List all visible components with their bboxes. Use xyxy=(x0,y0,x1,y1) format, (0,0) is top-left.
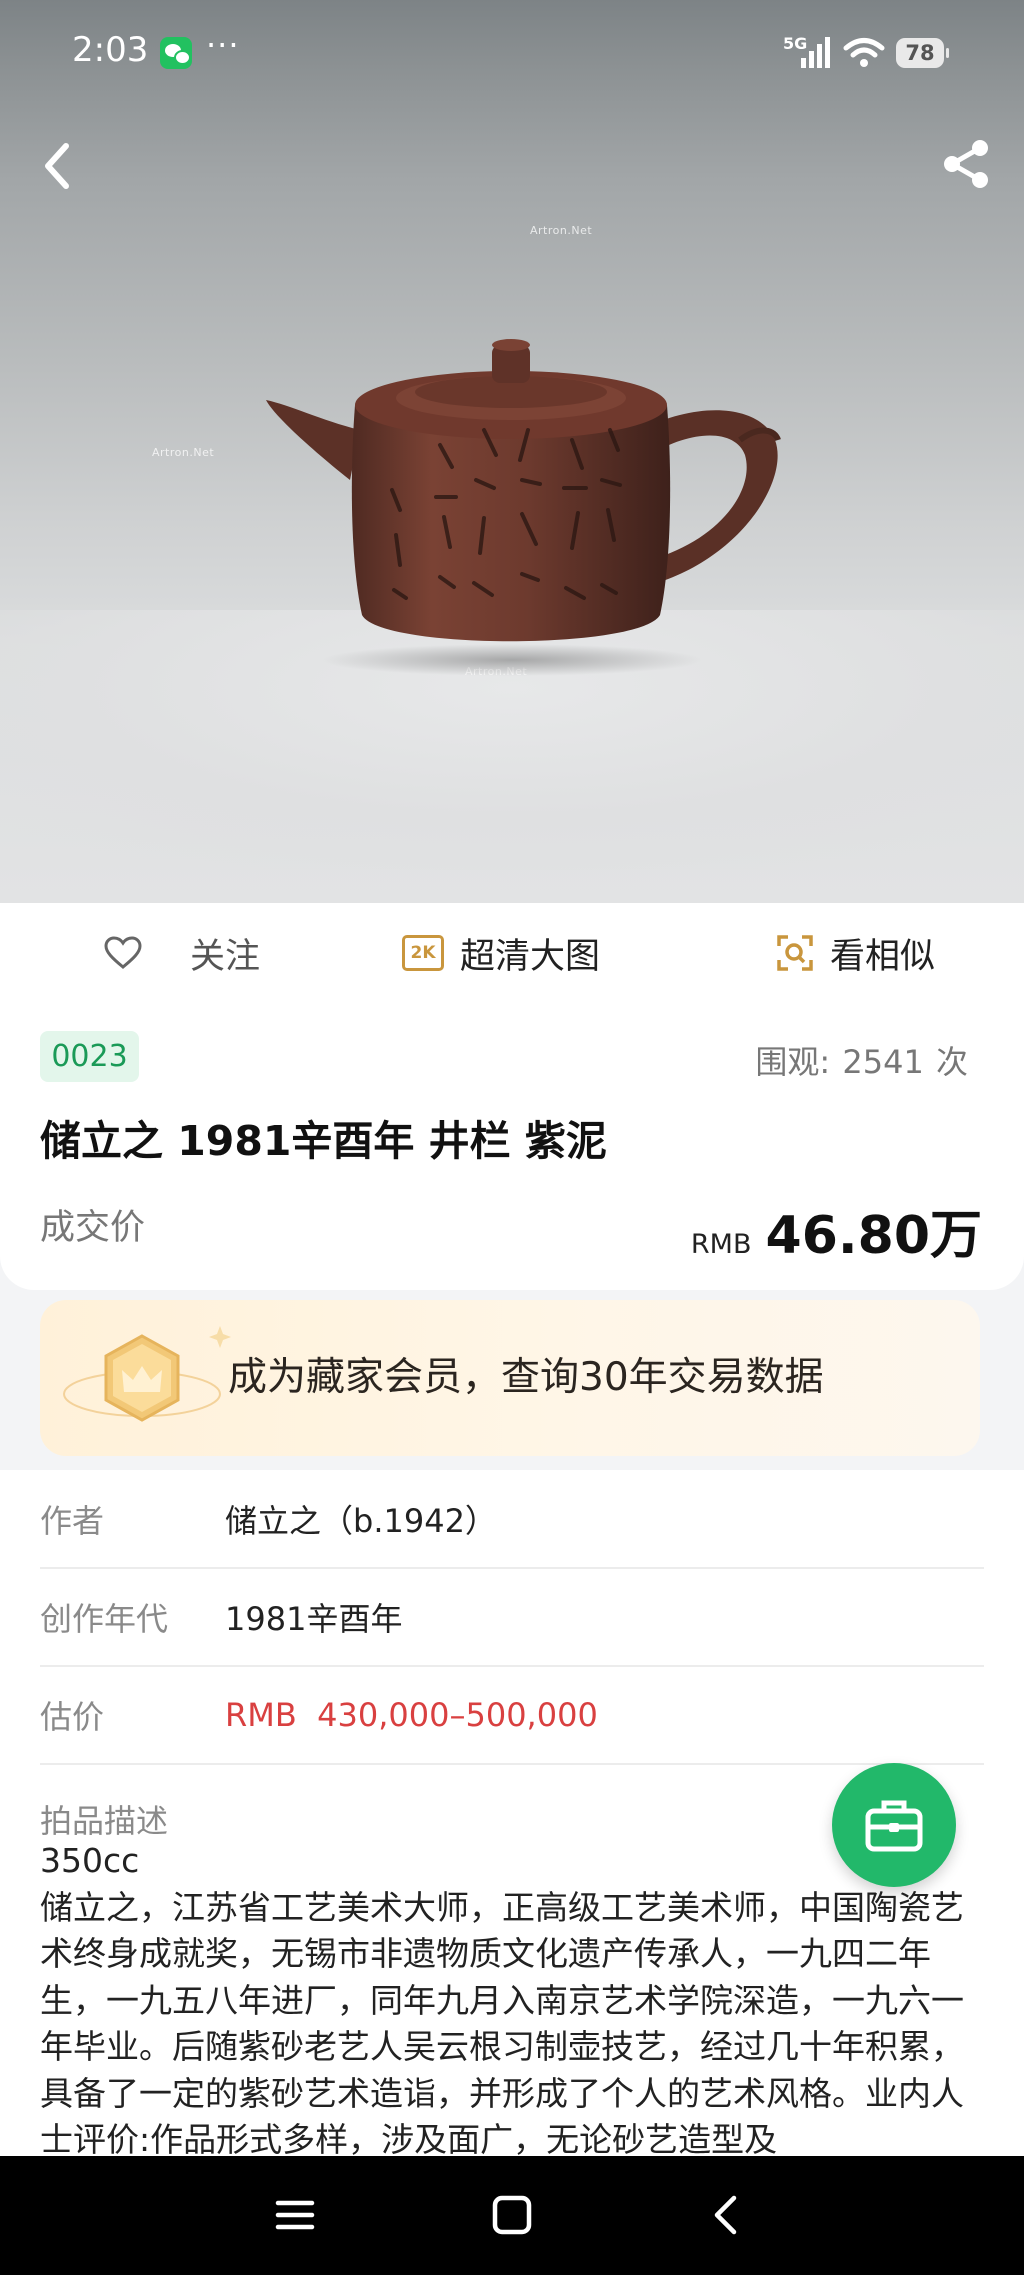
detail-key: 创作年代 xyxy=(40,1599,169,1638)
view-similar-label: 看相似 xyxy=(830,936,936,977)
back-arrow-icon[interactable] xyxy=(34,138,84,194)
toolbox-fab-button[interactable] xyxy=(832,1763,956,1887)
price-currency: RMB xyxy=(690,1229,752,1260)
teapot-photo xyxy=(266,339,781,676)
detail-value: 储立之（b.1942） xyxy=(225,1501,497,1540)
views-count: 2541 xyxy=(842,1043,924,1081)
home-icon[interactable] xyxy=(487,2190,537,2240)
briefcase-icon xyxy=(865,1800,923,1852)
scan-search-icon xyxy=(777,935,813,971)
detail-key: 估价 xyxy=(40,1697,105,1736)
heart-icon xyxy=(104,936,142,969)
lot-title: 储立之 1981辛酉年 井栏 紫泥 xyxy=(40,1117,607,1165)
back-icon[interactable] xyxy=(702,2190,752,2240)
menu-icon[interactable] xyxy=(270,2190,320,2240)
hd-image-label: 超清大图 xyxy=(460,936,601,977)
view-count: 围观: 2541 次 xyxy=(753,1037,968,1083)
more-dots-icon: ··· xyxy=(206,26,240,64)
share-icon[interactable] xyxy=(938,136,994,192)
detail-row-author: 作者 储立之（b.1942） xyxy=(40,1470,984,1569)
follow-button[interactable]: 关注 xyxy=(104,903,260,1003)
status-time: 2:03 xyxy=(72,30,149,70)
member-promo-text: 成为藏家会员，查询30年交易数据 xyxy=(228,1355,824,1400)
detail-value: 1981辛酉年 xyxy=(225,1599,403,1638)
description-label: 拍品描述 xyxy=(40,1802,169,1840)
sold-price-label: 成交价 xyxy=(40,1208,146,1248)
system-nav-bar xyxy=(0,2156,1024,2275)
crown-badge-icon xyxy=(63,1326,231,1422)
detail-row-estimate: 估价 RMB 430,000–500,000 xyxy=(40,1666,984,1765)
price-value: 46.80万 xyxy=(765,1206,982,1266)
sold-price: RMB 46.80万 xyxy=(691,1193,982,1268)
battery-indicator: 78 xyxy=(896,38,949,68)
action-bar: 关注 2K 超清大图 看相似 xyxy=(0,903,1024,1004)
view-similar-button[interactable]: 看相似 xyxy=(776,903,935,1003)
signal-icon xyxy=(801,37,830,68)
wifi-icon xyxy=(843,38,885,67)
detail-row-year: 创作年代 1981辛酉年 xyxy=(40,1568,984,1667)
views-unit: 次 xyxy=(935,1043,968,1081)
wechat-icon xyxy=(160,37,192,69)
status-bar: 2:03 ··· 5G 78 xyxy=(0,0,1024,110)
views-label: 围观: xyxy=(755,1043,831,1081)
description-text: 350cc 储立之，江苏省工艺美术大师，正高级工艺美术师，中国陶瓷艺术终身成就奖… xyxy=(40,1841,964,2159)
lot-info-card: 0023 围观: 2541 次 储立之 1981辛酉年 井栏 紫泥 成交价 RM… xyxy=(0,1003,1024,1290)
lot-image[interactable]: Artron.Net Artron.Net Artron.Net xyxy=(0,0,1024,903)
detail-key: 作者 xyxy=(40,1501,105,1540)
follow-label: 关注 xyxy=(190,936,261,977)
member-promo-banner[interactable]: 成为藏家会员，查询30年交易数据 xyxy=(40,1300,980,1456)
estimate-value: RMB 430,000–500,000 xyxy=(225,1695,598,1734)
hd-image-button[interactable]: 2K 超清大图 xyxy=(402,903,600,1003)
lot-number-badge: 0023 xyxy=(40,1031,139,1082)
hd-2k-icon: 2K xyxy=(402,935,444,971)
